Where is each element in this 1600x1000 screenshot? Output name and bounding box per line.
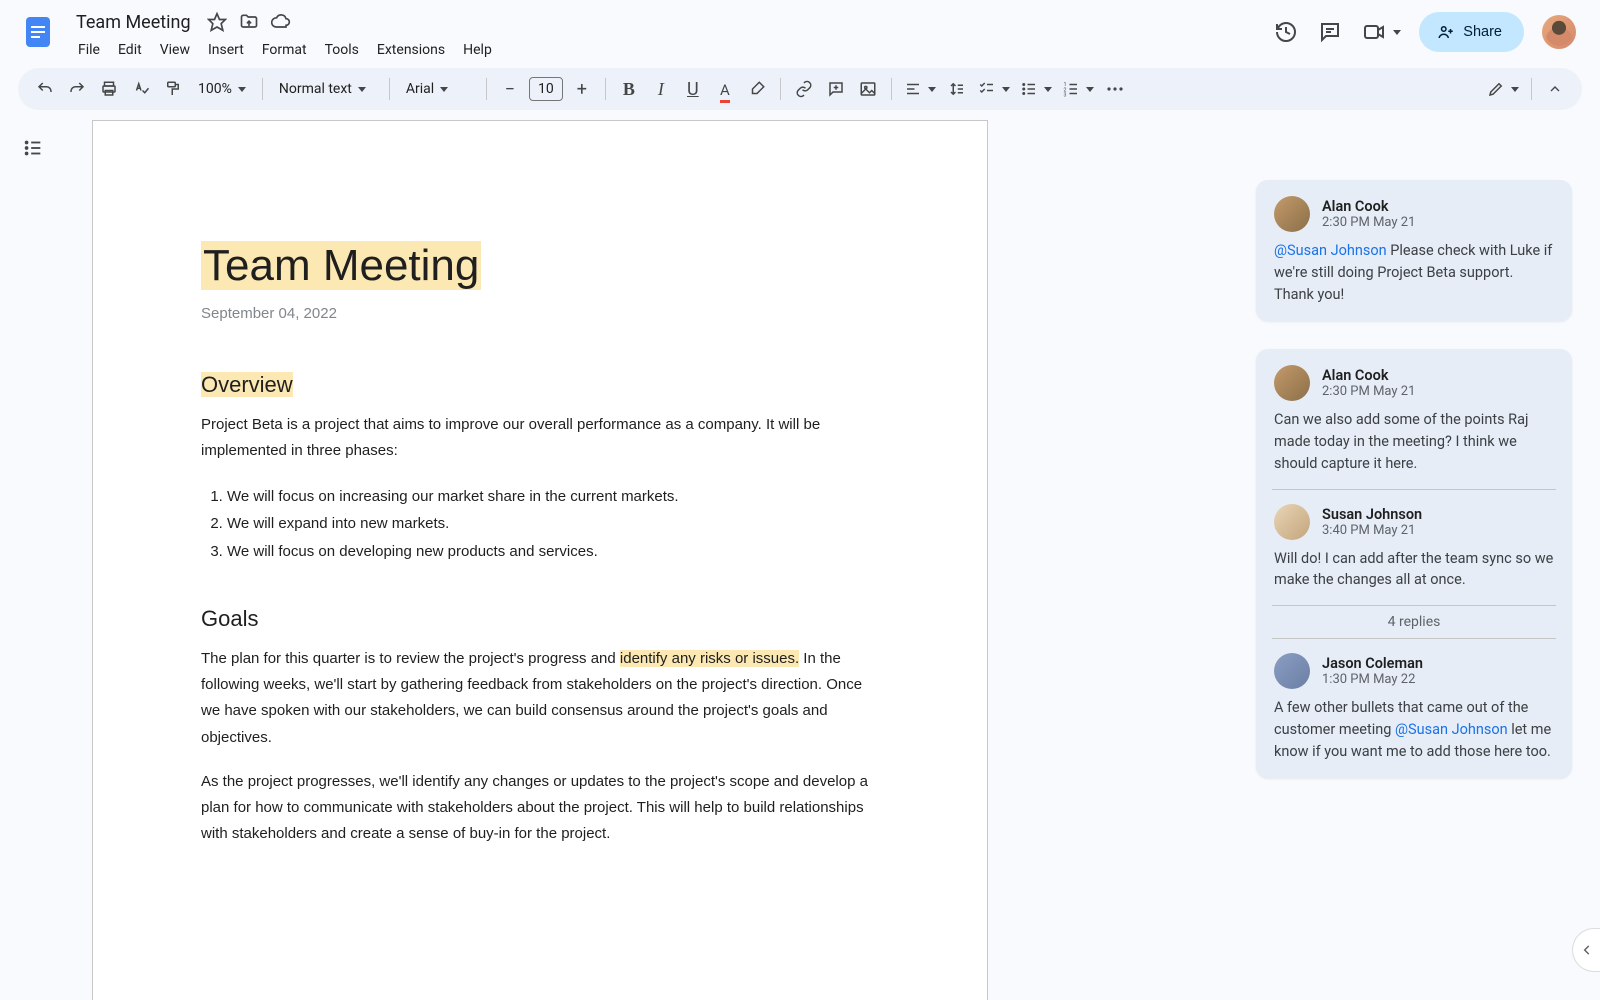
docs-logo[interactable] <box>18 8 58 56</box>
highlight-color-button[interactable] <box>742 74 772 104</box>
comment-time: 2:30 PM May 21 <box>1322 384 1415 399</box>
toolbar: 100% Normal text Arial − 10 + B I U A 12… <box>18 68 1582 110</box>
menu-file[interactable]: File <box>70 38 108 62</box>
paragraph-style-select[interactable]: Normal text <box>271 74 381 104</box>
comment-time: 3:40 PM May 21 <box>1322 523 1422 538</box>
line-spacing-button[interactable] <box>942 74 972 104</box>
comment-author: Alan Cook <box>1322 198 1415 215</box>
spellcheck-button[interactable] <box>126 74 156 104</box>
insert-link-button[interactable] <box>789 74 819 104</box>
doc-goals-p1: The plan for this quarter is to review t… <box>201 646 879 751</box>
list-item: We will expand into new markets. <box>227 510 879 538</box>
menu-tools[interactable]: Tools <box>317 38 367 62</box>
menu-edit[interactable]: Edit <box>110 38 150 62</box>
menu-extensions[interactable]: Extensions <box>369 38 453 62</box>
bold-button[interactable]: B <box>614 74 644 104</box>
collapse-toolbar-button[interactable] <box>1540 74 1570 104</box>
menu-view[interactable]: View <box>152 38 198 62</box>
replies-count[interactable]: 4 replies <box>1272 605 1556 639</box>
mention[interactable]: @Susan Johnson <box>1274 242 1387 259</box>
comment-time: 2:30 PM May 21 <box>1322 215 1415 230</box>
share-label: Share <box>1463 24 1502 40</box>
show-outline-button[interactable] <box>15 130 51 166</box>
zoom-select[interactable]: 100% <box>190 74 254 104</box>
font-size-increase[interactable]: + <box>567 74 597 104</box>
comment-text: Can we also add some of the points Raj m… <box>1274 409 1554 474</box>
comment-text: Will do! I can add after the team sync s… <box>1274 548 1554 592</box>
document-title[interactable]: Team Meeting <box>70 10 197 35</box>
comment-author: Alan Cook <box>1322 367 1415 384</box>
doc-date: September 04, 2022 <box>201 305 879 322</box>
menu-help[interactable]: Help <box>455 38 500 62</box>
text-color-button[interactable]: A <box>710 74 740 104</box>
comment-avatar <box>1274 653 1310 689</box>
account-avatar[interactable] <box>1542 15 1576 49</box>
comments-icon[interactable] <box>1317 19 1343 45</box>
document-page[interactable]: Team Meeting September 04, 2022 Overview… <box>92 120 988 1000</box>
comments-column: Alan Cook 2:30 PM May 21 @Susan Johnson … <box>1242 120 1600 1000</box>
comment-card[interactable]: Alan Cook 2:30 PM May 21 @Susan Johnson … <box>1256 180 1572 321</box>
add-comment-button[interactable] <box>821 74 851 104</box>
editing-mode-select[interactable] <box>1483 74 1523 104</box>
more-tools-button[interactable] <box>1100 74 1130 104</box>
meet-icon[interactable] <box>1361 19 1387 45</box>
doc-phase-list: We will focus on increasing our market s… <box>201 483 879 566</box>
list-item: We will focus on increasing our market s… <box>227 483 879 511</box>
undo-button[interactable] <box>30 74 60 104</box>
comment-avatar <box>1274 196 1310 232</box>
font-size-decrease[interactable]: − <box>495 74 525 104</box>
numbered-list-select[interactable]: 123 <box>1058 74 1098 104</box>
print-button[interactable] <box>94 74 124 104</box>
comment-author: Susan Johnson <box>1322 506 1422 523</box>
comment-author: Jason Coleman <box>1322 655 1423 672</box>
mention[interactable]: @Susan Johnson <box>1395 721 1508 738</box>
menubar: File Edit View Insert Format Tools Exten… <box>70 38 1261 62</box>
comment-avatar <box>1274 365 1310 401</box>
font-size-input[interactable]: 10 <box>529 77 563 101</box>
doc-goals-p2: As the project progresses, we'll identif… <box>201 769 879 848</box>
menu-insert[interactable]: Insert <box>200 38 252 62</box>
cloud-saved-icon[interactable] <box>271 12 291 32</box>
font-select[interactable]: Arial <box>398 74 478 104</box>
redo-button[interactable] <box>62 74 92 104</box>
comment-text: A few other bullets that came out of the… <box>1274 697 1554 762</box>
doc-overview-text: Project Beta is a project that aims to i… <box>201 412 879 465</box>
menu-format[interactable]: Format <box>254 38 315 62</box>
star-icon[interactable] <box>207 12 227 32</box>
underline-button[interactable]: U <box>678 74 708 104</box>
comment-time: 1:30 PM May 22 <box>1322 672 1423 687</box>
checklist-select[interactable] <box>974 74 1014 104</box>
align-select[interactable] <box>900 74 940 104</box>
svg-text:3: 3 <box>1063 93 1066 99</box>
comment-avatar <box>1274 504 1310 540</box>
move-icon[interactable] <box>239 12 259 32</box>
share-button[interactable]: Share <box>1419 12 1524 52</box>
insert-image-button[interactable] <box>853 74 883 104</box>
bulleted-list-select[interactable] <box>1016 74 1056 104</box>
doc-heading-goals: Goals <box>201 606 879 632</box>
comment-card[interactable]: Alan Cook 2:30 PM May 21 Can we also add… <box>1256 349 1572 778</box>
list-item: We will focus on developing new products… <box>227 538 879 566</box>
doc-heading-overview: Overview <box>201 372 879 398</box>
history-icon[interactable] <box>1273 19 1299 45</box>
italic-button[interactable]: I <box>646 74 676 104</box>
doc-heading-title: Team Meeting <box>201 241 879 291</box>
comment-text: @Susan Johnson Please check with Luke if… <box>1274 240 1554 305</box>
paint-format-button[interactable] <box>158 74 188 104</box>
